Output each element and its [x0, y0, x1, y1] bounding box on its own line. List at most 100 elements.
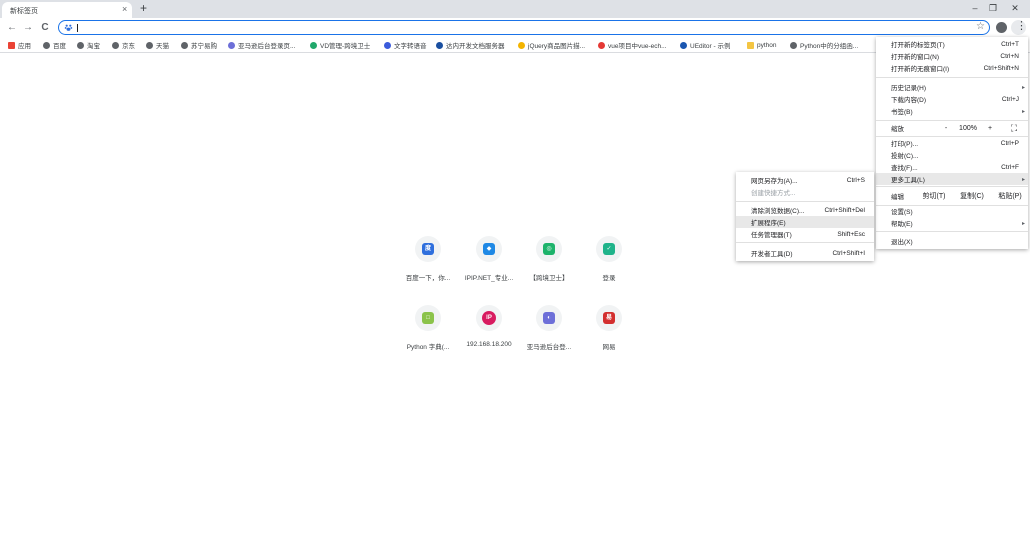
- window-close-icon[interactable]: ✕: [1008, 3, 1022, 14]
- shortcut-tile[interactable]: ◐ 亚马逊后台登...: [519, 305, 579, 351]
- back-arrow-icon[interactable]: ←: [6, 22, 18, 33]
- menu-item[interactable]: 创建快捷方式...: [736, 186, 874, 198]
- submenu-arrow-icon: ▸: [1021, 176, 1025, 183]
- zoom-in-button[interactable]: +: [982, 122, 998, 134]
- profile-avatar-icon[interactable]: [996, 22, 1007, 33]
- tab-title: 新标签页: [10, 8, 38, 15]
- minimize-icon[interactable]: –: [968, 3, 982, 13]
- shield-icon: [310, 41, 317, 49]
- copy-button[interactable]: 复制(C): [954, 190, 990, 202]
- zoom-level: 100%: [959, 124, 977, 132]
- menu-item-label: 开发者工具(D): [751, 251, 793, 258]
- bookmark-item[interactable]: 应用: [8, 40, 31, 50]
- bookmark-item[interactable]: Python中的分组函...: [790, 40, 858, 50]
- bookmark-item[interactable]: 百度: [43, 40, 66, 50]
- site-icon: [228, 41, 235, 49]
- shortcut-tile[interactable]: ◎ 【跨境卫士】: [519, 236, 579, 282]
- tile-icon-bg: ◎: [536, 236, 562, 262]
- shortcut-tile[interactable]: 易网易: [579, 305, 639, 351]
- menu-item[interactable]: 打印(P)... Ctrl+P: [876, 137, 1028, 149]
- bookmark-star-icon[interactable]: ☆: [976, 21, 985, 32]
- menu-item-label: 下载内容(D): [891, 97, 927, 104]
- menu-item[interactable]: 投射(C)...: [876, 149, 1028, 161]
- fullscreen-icon[interactable]: ⛶: [1006, 122, 1022, 134]
- menu-item-label: 查找(F)...: [891, 165, 918, 172]
- reload-icon[interactable]: C: [39, 22, 51, 33]
- bookmark-item[interactable]: jQuery商品图片描...: [518, 40, 585, 50]
- menu-item-label: 任务管理器(T): [751, 232, 792, 239]
- shortcut-tile[interactable]: IP 192.168.18.200: [459, 305, 519, 348]
- menu-item[interactable]: 查找(F)... Ctrl+F: [876, 161, 1028, 173]
- address-bar[interactable]: ☆: [58, 20, 990, 35]
- menu-item[interactable]: 下载内容(D) Ctrl+J: [876, 93, 1028, 105]
- menu-item[interactable]: 打开新的无痕窗口(I) Ctrl+Shift+N: [876, 62, 1028, 74]
- menu-item[interactable]: 帮助(E) ▸: [876, 217, 1028, 229]
- shortcut-tile[interactable]: 度百度一下，你...: [398, 236, 458, 282]
- browser-main-menu: 打开新的标签页(T) Ctrl+T 打开新的窗口(N) Ctrl+N 打开新的无痕窗口(…: [876, 37, 1028, 249]
- menu-item-label: 网页另存为(A)...: [751, 178, 798, 185]
- folder-icon: [747, 41, 754, 49]
- menu-item-shortcut: Ctrl+Shift+N: [983, 64, 1019, 72]
- apps-grid-icon: [8, 41, 15, 49]
- bookmark-label: 苏宁易购: [191, 43, 217, 50]
- shortcut-tile[interactable]: □ Python 字典(...: [398, 305, 458, 351]
- bookmark-item[interactable]: 亚马逊后台登录页...: [228, 40, 295, 50]
- maximize-icon[interactable]: ❐: [986, 3, 1000, 14]
- page-icon: [518, 41, 525, 49]
- bookmark-item[interactable]: vue项目中vue-ech...: [598, 40, 667, 50]
- menu-item-shortcut: Ctrl+J: [1001, 95, 1019, 103]
- bookmark-item[interactable]: 文字转语音: [384, 40, 427, 50]
- menu-item-shortcut: Ctrl+P: [1000, 139, 1019, 147]
- menu-item-label: 历史记录(H): [891, 85, 927, 92]
- menu-item-extensions[interactable]: 扩展程序(E): [736, 216, 874, 228]
- menu-item-exit[interactable]: 退出(X): [876, 235, 1028, 247]
- globe-icon: [77, 41, 84, 49]
- new-tab-button[interactable]: +: [140, 1, 147, 15]
- menu-item[interactable]: 清除浏览数据(C)... Ctrl+Shift+Del: [736, 204, 874, 216]
- menu-item[interactable]: 打开新的窗口(N) Ctrl+N: [876, 50, 1028, 62]
- menu-item[interactable]: 书签(B) ▸: [876, 105, 1028, 117]
- zoom-out-button[interactable]: -: [938, 122, 954, 134]
- menu-item-more-tools[interactable]: 更多工具(L) ▸: [876, 173, 1028, 185]
- menu-item[interactable]: 设置(S): [876, 205, 1028, 217]
- bookmark-item[interactable]: 京东: [112, 40, 135, 50]
- menu-item[interactable]: 历史记录(H) ▸: [876, 81, 1028, 93]
- forward-arrow-icon[interactable]: →: [22, 22, 34, 33]
- menu-item[interactable]: 任务管理器(T) Shift+Esc: [736, 228, 874, 240]
- submenu-arrow-icon: ▸: [1021, 84, 1025, 91]
- more-tools-submenu: 网页另存为(A)... Ctrl+S 创建快捷方式... 清除浏览数据(C)... Ct…: [736, 172, 874, 261]
- menu-item[interactable]: 网页另存为(A)... Ctrl+S: [736, 174, 874, 186]
- bookmark-item[interactable]: VD管理-跨境卫士: [310, 40, 370, 50]
- cut-button[interactable]: 剪切(T): [916, 190, 952, 202]
- menu-item[interactable]: 打开新的标签页(T) Ctrl+T: [876, 38, 1028, 50]
- tab-close-icon[interactable]: ×: [122, 4, 127, 14]
- shortcut-tile[interactable]: ◆ IPIP.NET_专业...: [459, 236, 519, 282]
- menu-separator: [736, 201, 874, 202]
- bookmark-item[interactable]: 苏宁易购: [181, 40, 217, 50]
- tile-icon-bg: ✓: [596, 236, 622, 262]
- bookmark-label: 文字转语音: [394, 43, 427, 50]
- ipip-icon: ◆: [483, 243, 495, 255]
- menu-item-label: 书签(B): [891, 109, 913, 116]
- tile-label: 192.168.18.200: [466, 341, 512, 348]
- baidu-icon: 度: [422, 243, 434, 255]
- bookmark-item[interactable]: 淘宝: [77, 40, 100, 50]
- tab-new-tab[interactable]: 新标签页 ×: [2, 2, 132, 18]
- browser-menu-button[interactable]: ⋮: [1011, 20, 1027, 35]
- tile-label: 【跨境卫士】: [529, 275, 569, 282]
- bookmark-item[interactable]: 天猫: [146, 40, 169, 50]
- shortcut-tile[interactable]: ✓ 登录: [579, 236, 639, 282]
- menu-item-label: 创建快捷方式...: [751, 190, 796, 197]
- bookmark-item[interactable]: UEditor - 示例: [680, 40, 730, 50]
- menu-item-shortcut: Ctrl+Shift+I: [832, 249, 865, 257]
- edit-row: 编辑 剪切(T) 复制(C) 粘贴(P): [876, 190, 1028, 202]
- tab-strip: 新标签页 × + – ❐ ✕: [0, 0, 1030, 18]
- menu-item[interactable]: 开发者工具(D) Ctrl+Shift+I: [736, 247, 874, 259]
- menu-item-label: 退出(X): [891, 239, 913, 246]
- runoob-icon: □: [422, 312, 434, 324]
- paste-button[interactable]: 粘贴(P): [992, 190, 1028, 202]
- bookmark-item[interactable]: 达内开发文档服务器: [436, 40, 505, 50]
- bookmark-item[interactable]: python: [747, 40, 777, 50]
- baidu-paw-icon: [64, 24, 73, 31]
- menu-item-label: 扩展程序(E): [751, 220, 786, 227]
